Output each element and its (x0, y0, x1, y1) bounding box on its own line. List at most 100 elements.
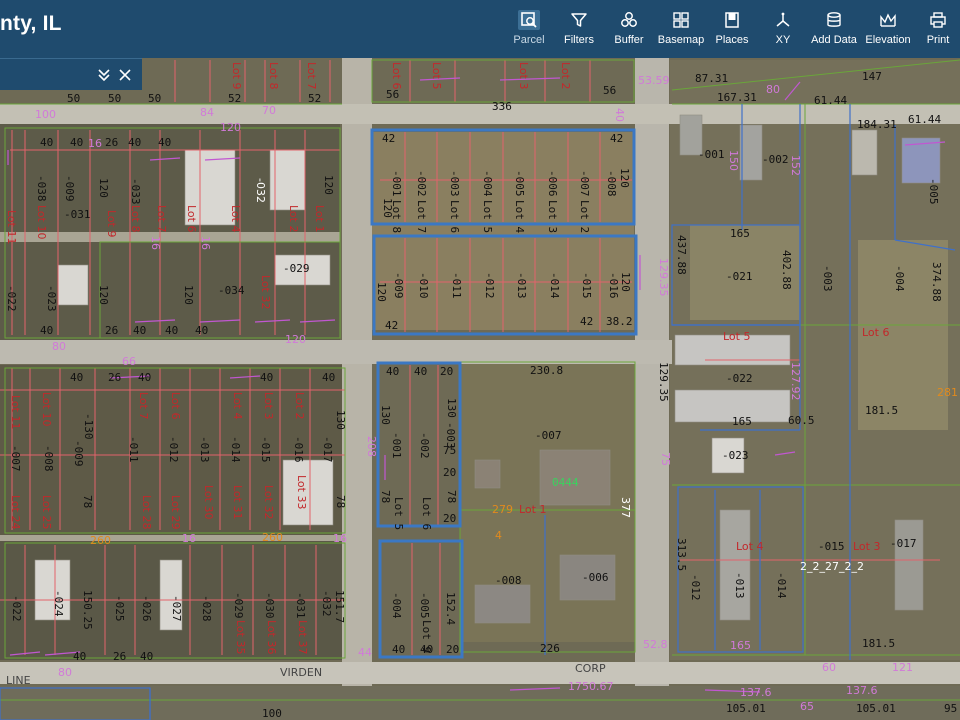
dim-label: 20 (440, 365, 453, 378)
dim-label: 260 (90, 534, 111, 547)
dim-label: 20 (446, 643, 459, 656)
parcel-number: -008 (42, 445, 55, 472)
lot-label: Lot 36 (265, 620, 278, 654)
dim-label: 40 (133, 324, 146, 337)
parcel-number: -009 (72, 440, 85, 467)
parcel-number: -005 (418, 592, 431, 619)
parcel-number: -001 (698, 148, 725, 161)
dim-label: 120 (285, 333, 306, 346)
dim-label: 80 (766, 83, 780, 96)
tool-buffer-button[interactable]: Buffer (602, 0, 656, 58)
parcel-number: -032 (254, 178, 267, 203)
parcel-number: -014 (775, 572, 788, 599)
dim-label: 40 (138, 371, 151, 384)
lot-label: Lot 1 (313, 205, 326, 232)
lot-label: Lot 10 (40, 392, 53, 426)
parcel-number: -130 (82, 413, 95, 440)
dim-label: 129.35 (657, 362, 670, 402)
dim-label: 167.31 (717, 91, 757, 104)
tool-label: Add Data (811, 34, 857, 46)
dim-label: 52 (228, 92, 241, 105)
lot-label: Lot 6 (448, 200, 461, 233)
lot-label: Lot 25 (40, 495, 53, 529)
parcel-number: -003 (448, 170, 461, 197)
parcel-number: -011 (127, 436, 140, 463)
dim-label: 95 (944, 702, 957, 715)
dim-label: 56 (386, 88, 399, 101)
parcel-number: -017 (321, 436, 334, 463)
buffer-icon (618, 10, 640, 30)
tool-elevation-button[interactable]: Elevation (860, 0, 916, 58)
lot-label: Lot 37 (296, 620, 309, 654)
lot-label: Lot 6 (862, 326, 889, 339)
parcel-number: -014 (548, 272, 561, 299)
lot-label: Lot 11 (5, 210, 18, 244)
parcel-number: -025 (113, 595, 126, 622)
dim-label: 374.88 (930, 262, 943, 302)
tool-basemap-button[interactable]: Basemap (656, 0, 706, 58)
tool-print-button[interactable]: Print (916, 0, 960, 58)
dim-label: 84 (200, 106, 214, 119)
dim-label: 52.8 (643, 638, 668, 651)
map-canvas[interactable]: 42 42 120 120 -001 -002 -003 -004 -005 -… (0, 58, 960, 720)
close-icon[interactable] (117, 67, 133, 83)
parcel-number: -022 (726, 372, 753, 385)
dim-label: 26 (108, 371, 121, 384)
parcel-number: -002 (762, 153, 789, 166)
dim-label: 150 (727, 150, 740, 171)
dim-label: 20 (443, 512, 456, 525)
parcel-number: -026 (140, 595, 153, 622)
dim-label: 137.6 (740, 686, 772, 699)
lot-label: Lot 7 (305, 62, 318, 89)
dim-label: 152 (789, 155, 802, 176)
tool-add-data-button[interactable]: Add Data (808, 0, 860, 58)
dim-label: 44 (358, 646, 372, 659)
parcel-number: -021 (726, 270, 753, 283)
lot-label: Lot 3 (853, 540, 880, 553)
lot-label: Lot 5 (481, 200, 494, 233)
parcel-number: -004 (893, 265, 906, 292)
parcel-number: -030 (263, 592, 276, 619)
dim-label: 42 (382, 132, 395, 145)
tool-label: Print (926, 34, 950, 46)
tool-xy-button[interactable]: XY (758, 0, 808, 58)
parcel-number: -023 (722, 449, 749, 462)
dim-label: 52 (308, 92, 321, 105)
parcel-number: -016 (607, 272, 620, 299)
dim-label: 100 (35, 108, 56, 121)
building (739, 124, 763, 181)
lot-label: Lot 30 (202, 485, 215, 519)
lot-label: Lot 2 (578, 200, 591, 233)
app-root: nty, IL Parcel Filters Buffer Basemap Pl… (0, 0, 960, 720)
dim-label: 402.88 (780, 250, 793, 290)
dim-label: 78 (379, 490, 392, 503)
dim-label: 40 (70, 371, 83, 384)
lot-label: Lot 7 (137, 392, 150, 419)
dim-label: 16 (199, 236, 212, 250)
dim-label: 150.25 (81, 590, 94, 630)
dim-label: 100 (262, 707, 282, 720)
dim-label: 165 (732, 415, 752, 428)
map-view[interactable]: 42 42 120 120 -001 -002 -003 -004 -005 -… (0, 58, 960, 720)
tool-label: Buffer (614, 34, 644, 46)
dim-label: 40 (260, 371, 273, 384)
tool-filters-button[interactable]: Filters (556, 0, 602, 58)
elevation-icon (877, 10, 899, 30)
parcel-number: -015 (259, 436, 272, 463)
parcel-number: -009 (392, 272, 405, 299)
parcel-number: -008 (495, 574, 522, 587)
building (851, 129, 878, 176)
lot-label: Lot 5 (430, 62, 443, 89)
dim-label: 40 (40, 136, 53, 149)
dim-label: 105.01 (726, 702, 766, 715)
dim-label: 181.5 (865, 404, 898, 417)
lot-label: Lot 4 (513, 200, 526, 233)
alley (0, 232, 340, 242)
dim-label: 50 (67, 92, 80, 105)
parcel-number: -005 (513, 170, 526, 197)
chevron-double-down-icon[interactable] (96, 67, 112, 83)
bookmark-icon (721, 10, 743, 30)
tool-places-button[interactable]: Places (706, 0, 758, 58)
tool-parcel-button[interactable]: Parcel (502, 0, 556, 58)
dim-label: 147 (862, 70, 882, 83)
